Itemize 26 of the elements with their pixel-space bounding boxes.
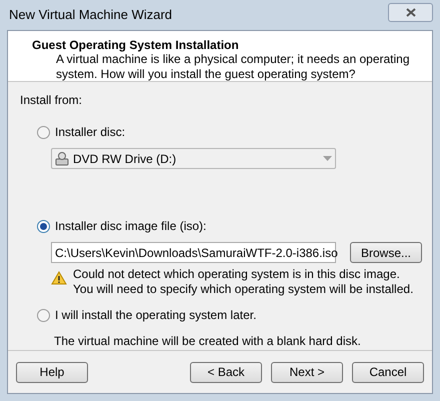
radio-button[interactable]: [37, 126, 50, 138]
option-label[interactable]: Installer disc image file (iso):: [55, 217, 206, 235]
caret-icon: [323, 156, 332, 161]
option-label[interactable]: I will install the operating system later.: [55, 306, 256, 324]
warning-text: You will need to specify which operating system will be installed.: [73, 282, 414, 297]
option-label[interactable]: Installer disc:: [55, 123, 126, 141]
option-note: The virtual machine will be created with a blank hard disk.: [54, 333, 362, 350]
header-title: Guest Operating System Installation: [32, 38, 240, 52]
disc-drive-icon: [55, 152, 69, 166]
close-button[interactable]: [388, 2, 433, 22]
browse-button[interactable]: Browse...: [350, 242, 422, 263]
window-title: New Virtual Machine Wizard: [9, 6, 172, 24]
dialog-button[interactable]: Next >: [271, 362, 343, 382]
dialog-button[interactable]: < Back: [190, 362, 262, 382]
close-icon: [406, 8, 416, 16]
dialog-button[interactable]: Help: [16, 362, 88, 382]
dialog-button[interactable]: Cancel: [352, 362, 424, 382]
iso-path: C:\Users\Kevin\Downloads\SamuraiWTF-2.0-i386.iso: [55, 244, 338, 262]
install-from-label: Install from:: [20, 92, 84, 109]
iso-path-field[interactable]: C:\Users\Kevin\Downloads\SamuraiWTF-2.0-i386.iso: [51, 242, 336, 263]
radio-button[interactable]: [37, 220, 50, 232]
radio-button[interactable]: [37, 308, 50, 322]
warning-icon: [51, 271, 67, 285]
drive-value: DVD RW Drive (D:): [73, 150, 178, 168]
header-description: A virtual machine is like a physical computer; it needs an operating system. How will you install the guest operating system?: [55, 52, 411, 82]
warning-text: Could not detect which operating system is in this disc image.: [73, 267, 401, 282]
